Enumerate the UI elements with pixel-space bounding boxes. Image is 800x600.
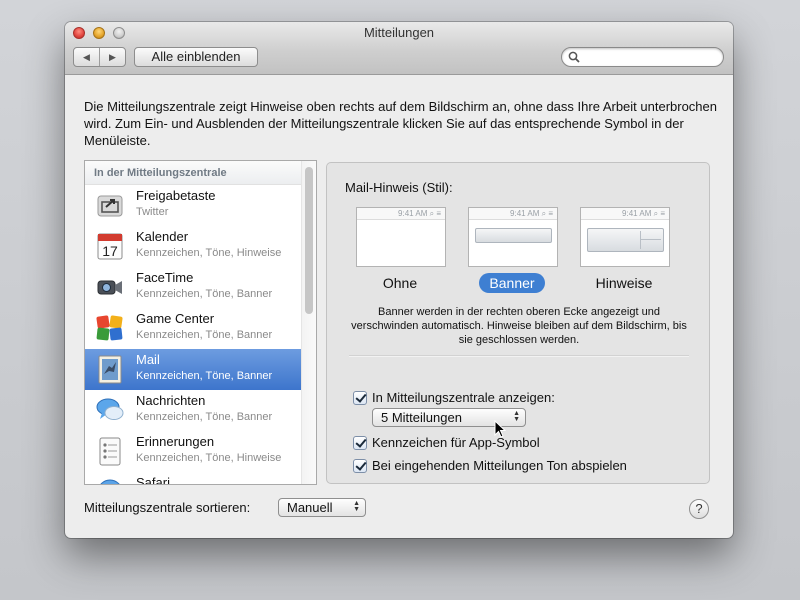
style-option-ohne[interactable]: 9:41 AM ⌕ ≡ Ohne [356, 207, 446, 293]
list-item-sub: Kennzeichen, Töne, Banner [136, 288, 273, 300]
list-item-name: Mail [136, 352, 160, 367]
list-item-sub: Kennzeichen, Töne, Banner [136, 411, 273, 423]
preview-banner[interactable]: 9:41 AM ⌕ ≡ [468, 207, 558, 267]
list-item-name: Freigabetaste [136, 188, 216, 203]
svg-text:17: 17 [102, 243, 118, 259]
share-icon [97, 195, 123, 217]
list-item-erinnerungen[interactable]: Erinnerungen Kennzeichen, Töne, Hinweise [85, 431, 316, 472]
list-item-kalender[interactable]: 17 Kalender Kennzeichen, Töne, Hinweise [85, 226, 316, 267]
settings-panel: Mail-Hinweis (Stil): 9:41 AM ⌕ ≡ Ohne 9:… [326, 162, 710, 484]
list-item-name: Nachrichten [136, 393, 206, 408]
list-item-sub: Kennzeichen, Töne, Hinweise [136, 452, 282, 464]
style-option-hinweise[interactable]: 9:41 AM ⌕ ≡ Hinweise [580, 207, 670, 293]
mouse-cursor-icon [494, 420, 506, 438]
reminders-icon [99, 437, 121, 466]
list-item-name: Game Center [136, 311, 215, 326]
popup-arrows-icon: ▲ ▼ [513, 410, 520, 423]
sound-checkbox[interactable] [353, 458, 367, 473]
preview-none[interactable]: 9:41 AM ⌕ ≡ [356, 207, 446, 267]
window-title: Mitteilungen [363, 25, 435, 40]
calendar-icon: 17 [97, 233, 123, 260]
list-item-name: Erinnerungen [136, 434, 215, 449]
game-center-icon [96, 315, 123, 341]
title-bar: Mitteilungen ◀ ▶ Alle einblenden [65, 22, 733, 75]
badge-checkbox[interactable] [353, 435, 367, 450]
show-in-center-label: In Mitteilungszentrale anzeigen: [372, 390, 555, 405]
list-scrollbar[interactable] [301, 161, 316, 484]
style-caption-banner[interactable]: Banner [479, 273, 545, 293]
list-item-safari[interactable]: Safari [85, 472, 316, 485]
facetime-icon [97, 280, 122, 295]
style-description: Banner werden in der rechten oberen Ecke… [351, 306, 687, 346]
style-option-banner[interactable]: 9:41 AM ⌕ ≡ Banner [468, 207, 558, 293]
scroll-thumb[interactable] [305, 167, 313, 314]
badge-label: Kennzeichen für App-Symbol [372, 435, 540, 450]
list-item-sub: Kennzeichen, Töne, Banner [136, 370, 273, 382]
show-in-center-checkbox[interactable] [353, 390, 367, 405]
preview-menubar: 9:41 AM ⌕ ≡ [581, 208, 669, 220]
sound-label: Bei eingehenden Mitteilungen Ton abspiel… [372, 458, 627, 473]
safari-icon [100, 479, 120, 484]
list-item-sub: Twitter [136, 206, 169, 218]
list-item-name: FaceTime [136, 270, 194, 285]
badge-row[interactable]: Kennzeichen für App-Symbol [353, 435, 540, 450]
preview-alert[interactable]: 9:41 AM ⌕ ≡ [580, 207, 670, 267]
list-item-sub: Kennzeichen, Töne, Banner [136, 329, 273, 341]
sort-popup-value: Manuell [287, 500, 333, 515]
back-button[interactable]: ◀ [74, 48, 99, 66]
show-all-button[interactable]: Alle einblenden [134, 47, 258, 67]
search-icon [568, 51, 580, 63]
list-item-sub: Kennzeichen, Töne, Hinweise [136, 247, 282, 259]
banner-sample [475, 228, 552, 243]
description-text: Die Mitteilungszentrale zeigt Hinweise o… [84, 99, 718, 148]
preview-menubar: 9:41 AM ⌕ ≡ [357, 208, 445, 220]
list-item-facetime[interactable]: FaceTime Kennzeichen, Töne, Banner [85, 267, 316, 308]
show-in-center-row[interactable]: In Mitteilungszentrale anzeigen: [353, 390, 555, 405]
style-label: Mail-Hinweis (Stil): [345, 180, 453, 195]
style-caption-hinweise[interactable]: Hinweise [580, 273, 668, 293]
mail-icon [98, 355, 122, 384]
forward-button[interactable]: ▶ [99, 48, 125, 66]
app-list[interactable]: In der Mitteilungszentrale Freigabetaste… [84, 160, 317, 485]
list-header: In der Mitteilungszentrale [85, 161, 316, 185]
preview-menubar: 9:41 AM ⌕ ≡ [469, 208, 557, 220]
sort-label: Mitteilungszentrale sortieren: [84, 500, 251, 515]
list-item-game-center[interactable]: Game Center Kennzeichen, Töne, Banner [85, 308, 316, 349]
sort-popup[interactable]: Manuell ▲ ▼ [278, 498, 366, 517]
alert-sample [587, 228, 664, 252]
preferences-window: Mitteilungen ◀ ▶ Alle einblenden Die Mit… [65, 22, 733, 538]
help-button[interactable]: ? [689, 499, 709, 519]
list-item-nachrichten[interactable]: Nachrichten Kennzeichen, Töne, Banner [85, 390, 316, 431]
nav-buttons: ◀ ▶ [73, 47, 126, 67]
list-item-mail[interactable]: Mail Kennzeichen, Töne, Banner [85, 349, 316, 390]
popup-arrows-icon: ▲ ▼ [353, 500, 360, 513]
list-item-name: Safari [136, 475, 170, 485]
list-item-freigabetaste[interactable]: Freigabetaste Twitter [85, 185, 316, 226]
count-popup-value: 5 Mitteilungen [381, 410, 462, 425]
messages-icon [96, 398, 124, 420]
style-caption-ohne[interactable]: Ohne [356, 273, 444, 293]
divider [349, 355, 689, 357]
search-field[interactable] [561, 47, 724, 67]
sound-row[interactable]: Bei eingehenden Mitteilungen Ton abspiel… [353, 458, 627, 473]
search-input[interactable] [584, 49, 720, 67]
list-item-name: Kalender [136, 229, 189, 244]
